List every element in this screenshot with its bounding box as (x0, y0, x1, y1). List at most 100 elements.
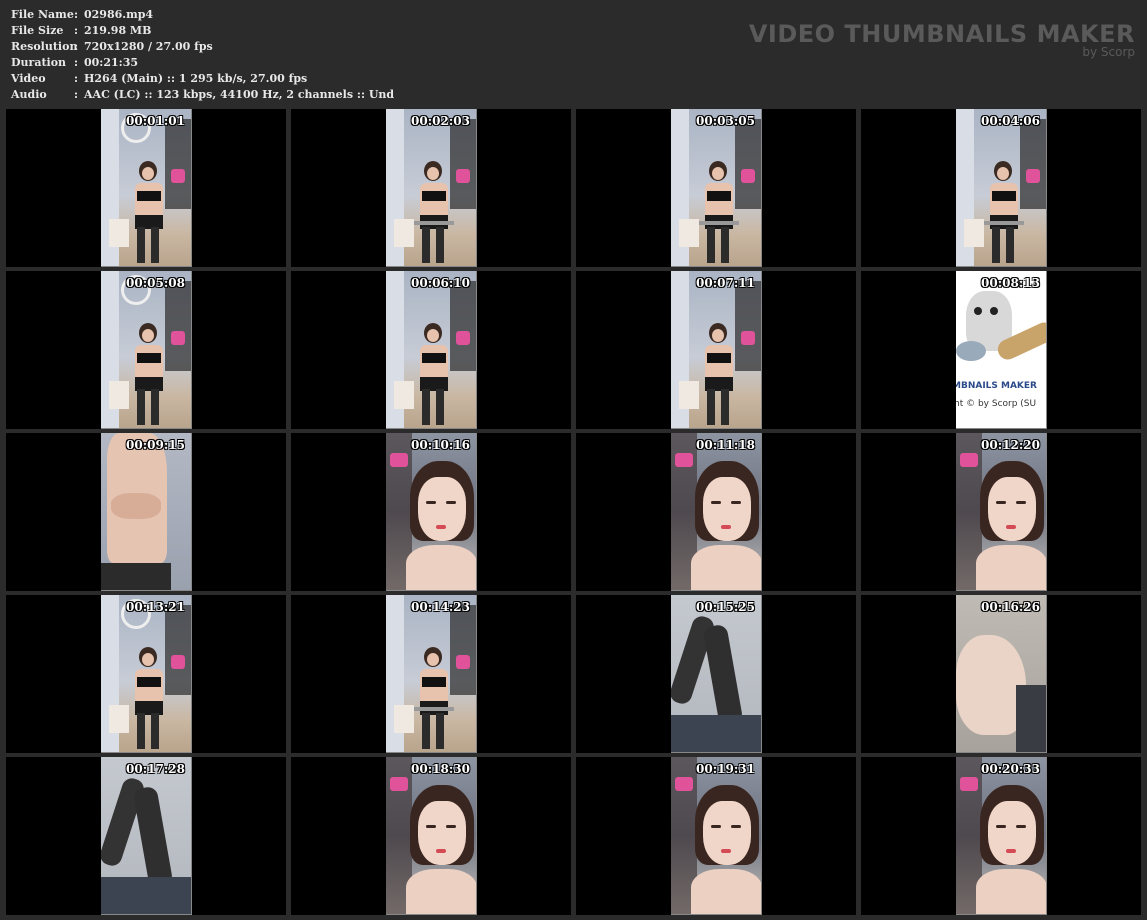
scene-shape (675, 777, 693, 791)
scene-shape (1020, 119, 1046, 209)
scene-shape (456, 169, 470, 183)
meta-separator: : (74, 40, 79, 53)
scene-shape (446, 501, 456, 504)
timestamp-label: 00:17:28 (126, 762, 185, 776)
meta-value: 720x1280 / 27.00 fps (84, 40, 213, 53)
timestamp-label: 00:01:01 (126, 114, 185, 128)
scene-shape (974, 307, 982, 315)
scene-shape (450, 605, 476, 695)
thumbnail-cell: 00:20:33 (861, 757, 1141, 915)
scene-shape (707, 389, 715, 425)
thumbnail-frame: 00:18:30 (386, 757, 477, 915)
scene-shape (165, 605, 191, 695)
thumbnail-cell: 00:18:30 (291, 757, 571, 915)
scene-shape (137, 713, 145, 749)
scene-shape (436, 227, 444, 263)
scene-shape (996, 501, 1006, 504)
scene-shape (960, 777, 978, 791)
thumbnail-frame: 00:15:25 (671, 595, 762, 753)
thumbnail-frame: 00:14:23 (386, 595, 477, 753)
brand-title: VIDEO THUMBNAILS MAKER (748, 20, 1135, 48)
scene-shape (418, 801, 466, 865)
thumbnail-cell: 00:06:10 (291, 271, 571, 429)
thumbnail-cell: 00:10:16 (291, 433, 571, 591)
scene-shape (976, 869, 1046, 914)
scene-shape (109, 381, 129, 409)
scene-shape (712, 167, 724, 180)
scene-shape (422, 191, 446, 201)
meta-row: File Name:02986.mp4 (11, 7, 394, 23)
thumbnail-cell: 00:11:18 (576, 433, 856, 591)
scene-shape (151, 389, 159, 425)
scene-shape (137, 191, 161, 201)
thumbnail-frame: 00:01:01 (101, 109, 192, 267)
scene-shape (1026, 169, 1040, 183)
scene-shape (111, 493, 161, 519)
scene-shape (101, 877, 191, 914)
scene-shape (679, 381, 699, 409)
scene-shape (699, 221, 739, 225)
meta-separator: : (74, 24, 79, 37)
thumbnail-cell: 00:02:03 (291, 109, 571, 267)
meta-value: H264 (Main) :: 1 295 kb/s, 27.00 fps (84, 72, 308, 85)
thumbnail-frame: 00:02:03 (386, 109, 477, 267)
timestamp-label: 00:12:20 (981, 438, 1040, 452)
scene-shape (976, 545, 1046, 590)
timestamp-label: 00:09:15 (126, 438, 185, 452)
meta-row: Audio: AAC (LC) :: 123 kbps, 44100 Hz, 2 … (11, 87, 394, 103)
scene-shape (135, 183, 163, 219)
meta-row: Resolution:720x1280 / 27.00 fps (11, 39, 394, 55)
thumbnail-frame: 00:06:10 (386, 271, 477, 429)
scene-shape (142, 167, 154, 180)
thumbnail-cell: 00:12:20 (861, 433, 1141, 591)
scene-shape (446, 825, 456, 828)
scene-shape (165, 281, 191, 371)
scene-shape (427, 167, 439, 180)
scene-shape (406, 545, 476, 590)
scene-shape (735, 281, 761, 371)
scene-shape (450, 119, 476, 209)
thumbnail-cell: 00:07:11 (576, 271, 856, 429)
scene-shape (705, 183, 733, 219)
scene-shape (427, 329, 439, 342)
scene-shape (721, 227, 729, 263)
thumbnail-frame: 00:16:26 (956, 595, 1047, 753)
thumbnail-frame: 00:10:16 (386, 433, 477, 591)
logo-copyright: ht © by Scorp (SU (956, 399, 1037, 409)
scene-shape (988, 477, 1036, 541)
scene-shape (406, 869, 476, 914)
scene-shape (151, 713, 159, 749)
scene-shape (741, 331, 755, 345)
timestamp-label: 00:10:16 (411, 438, 470, 452)
scene-shape (420, 345, 448, 381)
timestamp-label: 00:05:08 (126, 276, 185, 290)
thumbnail-cell: 00:19:31 (576, 757, 856, 915)
scene-shape (671, 715, 761, 752)
scene-shape (956, 341, 986, 361)
scene-shape (735, 119, 761, 209)
brand-watermark: VIDEO THUMBNAILS MAKER by Scorp (749, 20, 1135, 58)
thumbnail-cell: 00:05:08 (6, 271, 286, 429)
thumbnail-cell: 00:17:28 (6, 757, 286, 915)
meta-separator: : (74, 72, 79, 85)
thumbnail-cell: 00:15:25 (576, 595, 856, 753)
scene-shape (135, 669, 163, 705)
meta-value: AAC (LC) :: 123 kbps, 44100 Hz, 2 channe… (84, 88, 395, 101)
scene-shape (988, 801, 1036, 865)
scene-shape (702, 623, 744, 727)
scene-shape (731, 825, 741, 828)
thumbnail-frame: 00:12:20 (956, 433, 1047, 591)
scene-shape (456, 655, 470, 669)
scene-shape (984, 221, 1024, 225)
scene-shape (990, 307, 998, 315)
scene-shape (721, 389, 729, 425)
scene-shape (675, 453, 693, 467)
timestamp-label: 00:11:18 (696, 438, 755, 452)
scene-shape (142, 329, 154, 342)
thumbnail-frame: 00:09:15 (101, 433, 192, 591)
scene-shape (990, 183, 1018, 219)
scene-shape (731, 501, 741, 504)
thumbnail-frame: 00:13:21 (101, 595, 192, 753)
meta-row: File Size:219.98 MB (11, 23, 394, 39)
scene-shape (436, 713, 444, 749)
